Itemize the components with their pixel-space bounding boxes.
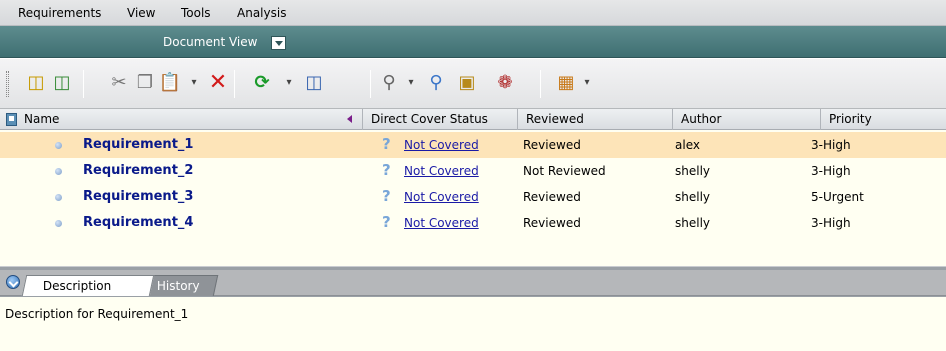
- reviewed-cell[interactable]: Reviewed: [523, 184, 581, 210]
- status-unknown-icon: ?: [382, 161, 391, 179]
- grid-header: Name Direct Cover Status Reviewed Author…: [0, 109, 946, 130]
- description-text[interactable]: Description for Requirement_1: [0, 296, 946, 351]
- status-unknown-icon: ?: [382, 135, 391, 153]
- cover-status-link[interactable]: Not Covered: [404, 158, 479, 184]
- coverage-dropdown-icon[interactable]: ▾: [582, 71, 592, 95]
- column-header-author[interactable]: Author: [673, 109, 821, 130]
- tab-description[interactable]: Description: [21, 275, 155, 296]
- status-unknown-icon: ?: [382, 187, 391, 205]
- requirement-bullet-icon: [55, 220, 62, 227]
- table-row[interactable]: Requirement_4 ? Not Covered Reviewed she…: [0, 210, 946, 236]
- priority-cell[interactable]: 5-Urgent: [811, 184, 864, 210]
- new-child-requirement-icon[interactable]: ◫: [50, 71, 74, 95]
- toolbar-grip[interactable]: [6, 71, 9, 97]
- menu-requirements[interactable]: Requirements: [18, 6, 101, 20]
- column-header-status[interactable]: Direct Cover Status: [363, 109, 518, 130]
- toolbar-separator: [540, 70, 541, 98]
- copy-icon[interactable]: ❐: [133, 71, 157, 95]
- refresh-dropdown-icon[interactable]: ▾: [284, 71, 294, 95]
- requirement-bullet-icon: [55, 194, 62, 201]
- tab-description-label: Description: [42, 279, 112, 293]
- menu-analysis[interactable]: Analysis: [237, 6, 286, 20]
- requirements-grid: Requirement_1 ? Not Covered Reviewed ale…: [0, 130, 946, 266]
- table-row[interactable]: Requirement_3 ? Not Covered Reviewed she…: [0, 184, 946, 210]
- columns-icon[interactable]: ◫: [302, 71, 326, 95]
- status-unknown-icon: ?: [382, 213, 391, 231]
- convert-icon[interactable]: ⚲: [377, 71, 401, 95]
- column-header-name[interactable]: Name: [0, 109, 363, 130]
- paste-icon[interactable]: 📋: [158, 71, 182, 95]
- author-cell[interactable]: shelly: [675, 184, 710, 210]
- tab-history-label: History: [156, 279, 200, 293]
- delete-icon[interactable]: ✕: [206, 71, 230, 95]
- table-row[interactable]: Requirement_2 ? Not Covered Not Reviewed…: [0, 158, 946, 184]
- requirement-name[interactable]: Requirement_1: [83, 132, 193, 158]
- paste-dropdown-icon[interactable]: ▾: [189, 71, 199, 95]
- convert-dropdown-icon[interactable]: ▾: [406, 71, 416, 95]
- collapse-panel-icon[interactable]: [6, 275, 20, 289]
- menu-view[interactable]: View: [127, 6, 155, 20]
- reviewed-cell[interactable]: Not Reviewed: [523, 158, 606, 184]
- requirement-name[interactable]: Requirement_4: [83, 210, 193, 236]
- column-header-priority[interactable]: Priority: [821, 109, 946, 130]
- requirement-name[interactable]: Requirement_2: [83, 158, 193, 184]
- coverage-icon[interactable]: ▦: [554, 71, 578, 95]
- collapse-arrow-icon[interactable]: [347, 115, 352, 123]
- priority-cell[interactable]: 3-High: [811, 132, 851, 158]
- cover-status-link[interactable]: Not Covered: [404, 184, 479, 210]
- new-requirement-icon[interactable]: ◫: [24, 71, 48, 95]
- toolbar-separator: [234, 70, 235, 98]
- cut-icon[interactable]: ✂: [107, 71, 131, 95]
- requirement-name[interactable]: Requirement_3: [83, 184, 193, 210]
- column-header-reviewed[interactable]: Reviewed: [518, 109, 673, 130]
- menu-tools[interactable]: Tools: [181, 6, 211, 20]
- cover-status-link[interactable]: Not Covered: [404, 210, 479, 236]
- view-bar: Document View: [0, 26, 946, 58]
- author-cell[interactable]: shelly: [675, 210, 710, 236]
- requirement-bullet-icon: [55, 142, 62, 149]
- view-selector-label[interactable]: Document View: [163, 35, 257, 49]
- reviewed-cell[interactable]: Reviewed: [523, 210, 581, 236]
- toolbar: ◫ ◫ ✂ ❐ 📋 ▾ ✕ ⟳ ▾ ◫ ⚲ ▾ ⚲ ▣ ❁ ▦ ▾: [0, 59, 946, 109]
- priority-cell[interactable]: 3-High: [811, 210, 851, 236]
- requirement-bullet-icon: [55, 168, 62, 175]
- toolbar-separator: [83, 70, 84, 98]
- attachment-icon[interactable]: ▣: [455, 71, 479, 95]
- view-dropdown-icon[interactable]: [271, 36, 286, 50]
- menu-bar: Requirements View Tools Analysis: [0, 0, 946, 26]
- defects-icon[interactable]: ❁: [493, 71, 517, 95]
- table-row[interactable]: Requirement_1 ? Not Covered Reviewed ale…: [0, 132, 946, 158]
- cover-status-link[interactable]: Not Covered: [404, 132, 479, 158]
- toolbar-separator: [370, 70, 371, 98]
- refresh-icon[interactable]: ⟳: [250, 71, 274, 95]
- author-cell[interactable]: alex: [675, 132, 700, 158]
- author-cell[interactable]: shelly: [675, 158, 710, 184]
- details-tabs: History Description: [0, 270, 946, 296]
- reviewed-cell[interactable]: Reviewed: [523, 132, 581, 158]
- find-icon[interactable]: ⚲: [424, 71, 448, 95]
- column-header-name-label: Name: [24, 112, 60, 126]
- priority-cell[interactable]: 3-High: [811, 158, 851, 184]
